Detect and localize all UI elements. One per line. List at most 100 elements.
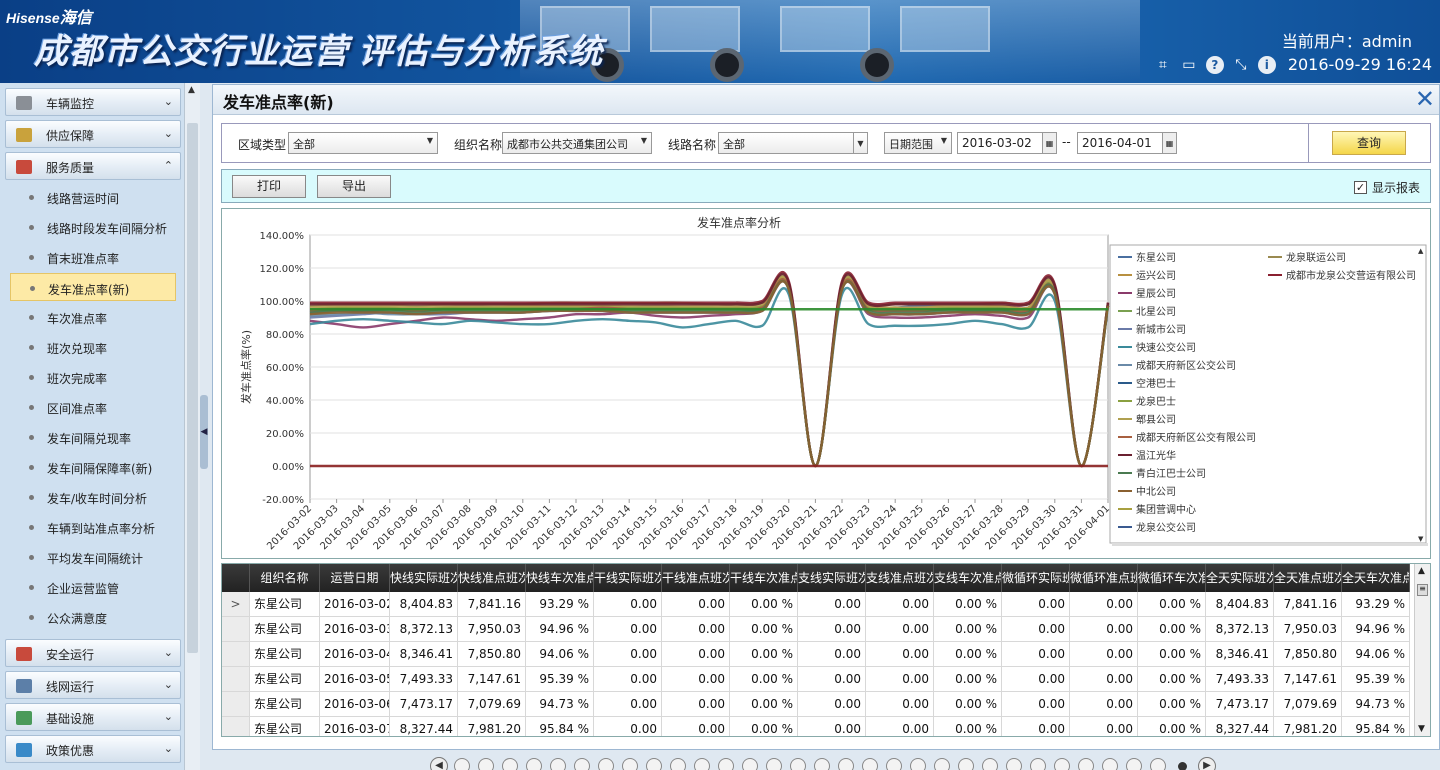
row-selector[interactable]: > <box>222 592 250 617</box>
column-header[interactable]: 支线车次准点率 <box>934 564 1002 592</box>
pager-dot[interactable] <box>454 758 470 770</box>
sidebar-item[interactable]: 发车间隔兑现率 <box>10 423 176 451</box>
sidebar-item[interactable]: 线路营运时间 <box>10 183 176 211</box>
pager-dot[interactable] <box>1102 758 1118 770</box>
scroll-down-icon[interactable]: ▼ <box>1418 724 1425 734</box>
column-header[interactable]: 微循环车次准点率 <box>1138 564 1206 592</box>
window-icon[interactable]: ▭ <box>1180 56 1198 74</box>
table-row[interactable]: 东星公司 2016-03-06 7,473.17 7,079.69 94.73 % 0.0… <box>222 692 1410 717</box>
sidebar-group-supply[interactable]: 供应保障 ⌄ <box>5 120 181 148</box>
sidebar-item[interactable]: 车辆到站准点率分析 <box>10 513 176 541</box>
sidebar-item[interactable]: 发车/收车时间分析 <box>10 483 176 511</box>
pager-dot[interactable] <box>526 758 542 770</box>
column-header[interactable]: 干线准点班次 <box>662 564 730 592</box>
pager-dot[interactable] <box>766 758 782 770</box>
table-row[interactable]: 东星公司 2016-03-04 8,346.41 7,850.80 94.06 % 0.0… <box>222 642 1410 667</box>
sidebar-item[interactable]: 发车准点率(新) <box>10 273 176 301</box>
column-header[interactable]: 快线准点班次 <box>458 564 526 592</box>
column-header[interactable]: 快线实际班次 <box>390 564 458 592</box>
pager-dot[interactable] <box>910 758 926 770</box>
sidebar-item[interactable]: 企业运营监管 <box>10 573 176 601</box>
column-header[interactable]: 微循环准点班次 <box>1070 564 1138 592</box>
pager-dot[interactable] <box>670 758 686 770</box>
query-button[interactable]: 查询 <box>1332 131 1406 155</box>
sidebar-item[interactable]: 班次完成率 <box>10 363 176 391</box>
export-button[interactable]: 导出 <box>317 175 391 198</box>
table-scrollbar[interactable]: ▲ ≡ ▼ <box>1414 564 1430 736</box>
pager-dot[interactable] <box>1030 758 1046 770</box>
pager-dot[interactable] <box>742 758 758 770</box>
sidebar-item[interactable]: 发车间隔保障率(新) <box>10 453 176 481</box>
pager-dot[interactable] <box>574 758 590 770</box>
pager-dot[interactable] <box>958 758 974 770</box>
sidebar-item[interactable]: 公众满意度 <box>10 603 176 631</box>
column-header[interactable]: 全天车次准点率 <box>1342 564 1410 592</box>
print-button[interactable]: 打印 <box>232 175 306 198</box>
scroll-up-icon[interactable]: ▲ <box>1418 566 1425 576</box>
column-header[interactable]: 支线实际班次 <box>798 564 866 592</box>
column-header[interactable]: 全天准点班次 <box>1274 564 1342 592</box>
table-row[interactable]: 东星公司 2016-03-07 8,327.44 7,981.20 95.84 % 0.0… <box>222 717 1410 736</box>
column-header[interactable]: 快线车次准点率 <box>526 564 594 592</box>
pager-dot[interactable] <box>838 758 854 770</box>
pager-next-icon[interactable]: ▶ <box>1198 757 1216 770</box>
calendar-icon[interactable]: ▦ <box>1042 133 1056 153</box>
info-icon[interactable]: i <box>1257 55 1276 74</box>
pager-dot[interactable] <box>622 758 638 770</box>
date-range-select[interactable]: 日期范围 ▼ <box>884 132 952 154</box>
sidebar-group-safety[interactable]: 安全运行 ⌄ <box>5 639 181 667</box>
row-selector[interactable] <box>222 642 250 667</box>
pager-dot[interactable] <box>718 758 734 770</box>
sidebar-item[interactable]: 线路时段发车间隔分析 <box>10 213 176 241</box>
sidebar-group-policy[interactable]: 政策优惠 ⌄ <box>5 735 181 763</box>
row-selector[interactable] <box>222 617 250 642</box>
pager-dot[interactable] <box>1006 758 1022 770</box>
pager-prev-icon[interactable]: ◀ <box>430 757 448 770</box>
help-icon[interactable]: ? <box>1205 55 1224 74</box>
date-to-input[interactable]: 2016-04-01 ▦ <box>1077 132 1177 154</box>
sidebar-group-network[interactable]: 线网运行 ⌄ <box>5 671 181 699</box>
column-header[interactable]: 干线实际班次 <box>594 564 662 592</box>
pager-dot[interactable] <box>646 758 662 770</box>
org-select[interactable]: 成都市公共交通集团公司 ▼ <box>502 132 652 154</box>
pager-dot[interactable] <box>982 758 998 770</box>
sidebar-group-infrastructure[interactable]: 基础设施 ⌄ <box>5 703 181 731</box>
row-selector[interactable] <box>222 692 250 717</box>
pager-dot[interactable] <box>1178 762 1187 770</box>
sidebar-group-camera[interactable]: 车辆监控 ⌄ <box>5 88 181 116</box>
calendar-icon[interactable]: ▦ <box>1162 133 1176 153</box>
date-from-input[interactable]: 2016-03-02 ▦ <box>957 132 1057 154</box>
line-select[interactable]: 全部 ▼ <box>718 132 868 154</box>
pager-dot[interactable] <box>862 758 878 770</box>
pager-dot[interactable] <box>598 758 614 770</box>
sidebar-group-service[interactable]: 服务质量 ⌃ <box>5 152 181 180</box>
column-header[interactable]: 干线车次准点率 <box>730 564 798 592</box>
pager-dot[interactable] <box>934 758 950 770</box>
close-icon[interactable]: ✕ <box>1415 85 1435 113</box>
pager-dot[interactable] <box>1150 758 1166 770</box>
column-header[interactable]: 微循环实际班次 <box>1002 564 1070 592</box>
sidebar-item[interactable]: 首末班准点率 <box>10 243 176 271</box>
column-header[interactable]: 全天实际班次 <box>1206 564 1274 592</box>
table-row[interactable]: 东星公司 2016-03-05 7,493.33 7,147.61 95.39 % 0.0… <box>222 667 1410 692</box>
pager-dot[interactable] <box>886 758 902 770</box>
fullscreen-icon[interactable]: ⤡ <box>1232 56 1250 74</box>
column-header[interactable]: 组织名称 <box>250 564 320 592</box>
sidebar-item[interactable]: 车次准点率 <box>10 303 176 331</box>
sidebar-scrollbar[interactable]: ▲ <box>184 83 200 770</box>
show-report-toggle[interactable]: ✓ 显示报表 <box>1353 179 1420 196</box>
crop-icon[interactable]: ⌗ <box>1154 56 1172 74</box>
pager-dot[interactable] <box>1054 758 1070 770</box>
sidebar-collapse-handle[interactable]: ◀ <box>200 395 208 469</box>
column-header[interactable]: 运营日期 <box>320 564 390 592</box>
pager-dot[interactable] <box>502 758 518 770</box>
pager-dot[interactable] <box>550 758 566 770</box>
scroll-thumb[interactable]: ≡ <box>1417 584 1428 596</box>
sidebar-item[interactable]: 平均发车间隔统计 <box>10 543 176 571</box>
pager-dot[interactable] <box>1126 758 1142 770</box>
sidebar-item[interactable]: 区间准点率 <box>10 393 176 421</box>
pager-dot[interactable] <box>1078 758 1094 770</box>
sidebar-scroll-thumb[interactable] <box>187 123 198 653</box>
scroll-up-icon[interactable]: ▲ <box>188 85 195 95</box>
row-selector[interactable] <box>222 717 250 736</box>
